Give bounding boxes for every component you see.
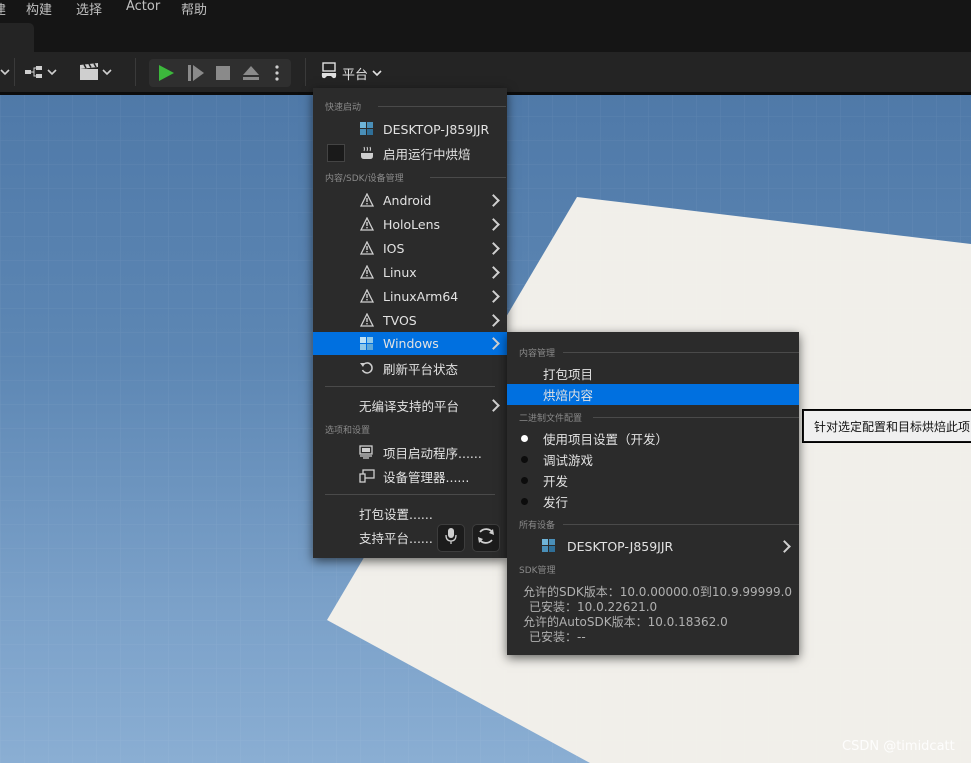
sync-button[interactable] [472, 524, 500, 552]
radio-unselected-icon [521, 477, 528, 484]
warning-icon [359, 288, 375, 304]
advance-frame-icon[interactable] [187, 64, 205, 86]
chevron-right-icon [487, 314, 500, 327]
menu-item-build[interactable]: 构建 [26, 0, 52, 18]
platform-android[interactable]: Android [313, 189, 507, 211]
section-content-management: 内容管理 [519, 346, 799, 359]
menu-item-actor[interactable]: Actor [126, 0, 160, 14]
menu-divider [325, 494, 495, 495]
radio-unselected-icon [521, 498, 528, 505]
watermark: CSDN @timidcatt [842, 739, 955, 754]
toolbar-separator [14, 58, 15, 86]
menu-item-partial[interactable]: 建 [0, 0, 6, 18]
platform-ios[interactable]: IOS [313, 237, 507, 259]
checkbox[interactable] [327, 144, 345, 162]
section-binary-config: 二进制文件配置 [519, 411, 799, 424]
chevron-down-icon[interactable] [0, 62, 10, 82]
warning-icon [359, 240, 375, 256]
autosdk-installed-version: 已安装：-- [529, 630, 586, 644]
radio-selected-icon [521, 435, 528, 442]
menu-bar: 建 构建 选择 Actor 帮助 [0, 0, 971, 20]
binary-config-project-settings[interactable]: 使用项目设置（开发） [507, 427, 799, 449]
main-toolbar [0, 52, 971, 92]
menu-item-select[interactable]: 选择 [76, 0, 102, 18]
no-compile-platforms[interactable]: 无编译支持的平台 [313, 394, 507, 416]
radio-unselected-icon [521, 456, 528, 463]
packaging-settings[interactable]: 打包设置...... [313, 502, 507, 524]
toolbar-separator [305, 58, 306, 86]
chevron-right-icon [778, 540, 791, 553]
more-options-icon[interactable] [274, 64, 280, 86]
section-sdk-management: SDK管理 [519, 566, 556, 576]
device-desktop[interactable]: DESKTOP-J859JJR [507, 535, 799, 557]
package-project[interactable]: 打包项目 [507, 362, 799, 384]
microphone-icon [444, 527, 458, 549]
chevron-right-icon [487, 337, 500, 350]
device-manager-icon [359, 468, 375, 484]
platforms-label: 平台 [342, 67, 369, 83]
quick-launch-device[interactable]: DESKTOP-J859JJR [313, 118, 507, 140]
binary-config-debug-game[interactable]: 调试游戏 [507, 448, 799, 470]
eject-icon[interactable] [242, 64, 260, 86]
chevron-right-icon [487, 194, 500, 207]
stop-icon[interactable] [215, 65, 231, 85]
project-launcher[interactable]: 项目启动程序...... [313, 441, 507, 463]
menu-item-help[interactable]: 帮助 [181, 0, 207, 18]
blueprint-graph-icon[interactable] [24, 62, 58, 82]
tab-strip [0, 20, 971, 52]
warning-icon [359, 264, 375, 280]
section-options: 选项和设置 [325, 426, 371, 436]
refresh-platform-status[interactable]: 刷新平台状态 [313, 357, 507, 379]
chevron-right-icon [487, 266, 500, 279]
warning-icon [359, 216, 375, 232]
section-all-devices: 所有设备 [519, 518, 799, 531]
section-quick-launch: 快速启动 [325, 100, 506, 113]
device-manager[interactable]: 设备管理器...... [313, 465, 507, 487]
chevron-right-icon [487, 399, 500, 412]
windows-submenu: 内容管理 打包项目 烘焙内容 二进制文件配置 使用项目设置（开发） 调试游戏 开… [507, 332, 799, 655]
gamepad-icon [320, 62, 338, 84]
chevron-right-icon [487, 290, 500, 303]
windows-logo-icon [541, 538, 557, 554]
chevron-right-icon [487, 242, 500, 255]
cook-content[interactable]: 烘焙内容 [507, 384, 799, 405]
launcher-icon [359, 444, 375, 460]
platform-hololens[interactable]: HoloLens [313, 213, 507, 235]
platforms-menu: 快速启动 DESKTOP-J859JJR 启用运行中烘焙 内容/SDK/设备管理… [313, 88, 507, 558]
level-tab[interactable] [0, 23, 34, 52]
chevron-down-icon [372, 66, 382, 81]
cooking-pot-icon [359, 145, 375, 161]
warning-icon [359, 312, 375, 328]
platform-tvos[interactable]: TVOS [313, 309, 507, 331]
menu-divider [325, 386, 495, 387]
binary-config-shipping[interactable]: 发行 [507, 490, 799, 512]
cinematics-clapper-icon[interactable] [79, 62, 115, 82]
warning-icon [359, 192, 375, 208]
chevron-right-icon [487, 218, 500, 231]
binary-config-development[interactable]: 开发 [507, 469, 799, 491]
windows-logo-icon [359, 121, 375, 137]
microphone-button[interactable] [437, 524, 465, 552]
refresh-icon [359, 360, 375, 376]
section-content-sdk: 内容/SDK/设备管理 [325, 171, 506, 184]
play-controls [149, 59, 291, 87]
cook-content-tooltip: 针对选定配置和目标烘焙此项目的内容 [803, 410, 971, 442]
platform-windows[interactable]: Windows [313, 332, 507, 355]
platforms-button[interactable]: 平台 [320, 62, 382, 84]
sync-icon [476, 526, 496, 550]
play-icon[interactable] [157, 64, 175, 86]
toolbar-separator [135, 58, 136, 86]
platform-linux[interactable]: Linux [313, 261, 507, 283]
cook-on-the-fly-toggle[interactable]: 启用运行中烘焙 [313, 142, 507, 164]
platform-linuxarm64[interactable]: LinuxArm64 [313, 285, 507, 307]
windows-logo-icon [359, 336, 375, 352]
